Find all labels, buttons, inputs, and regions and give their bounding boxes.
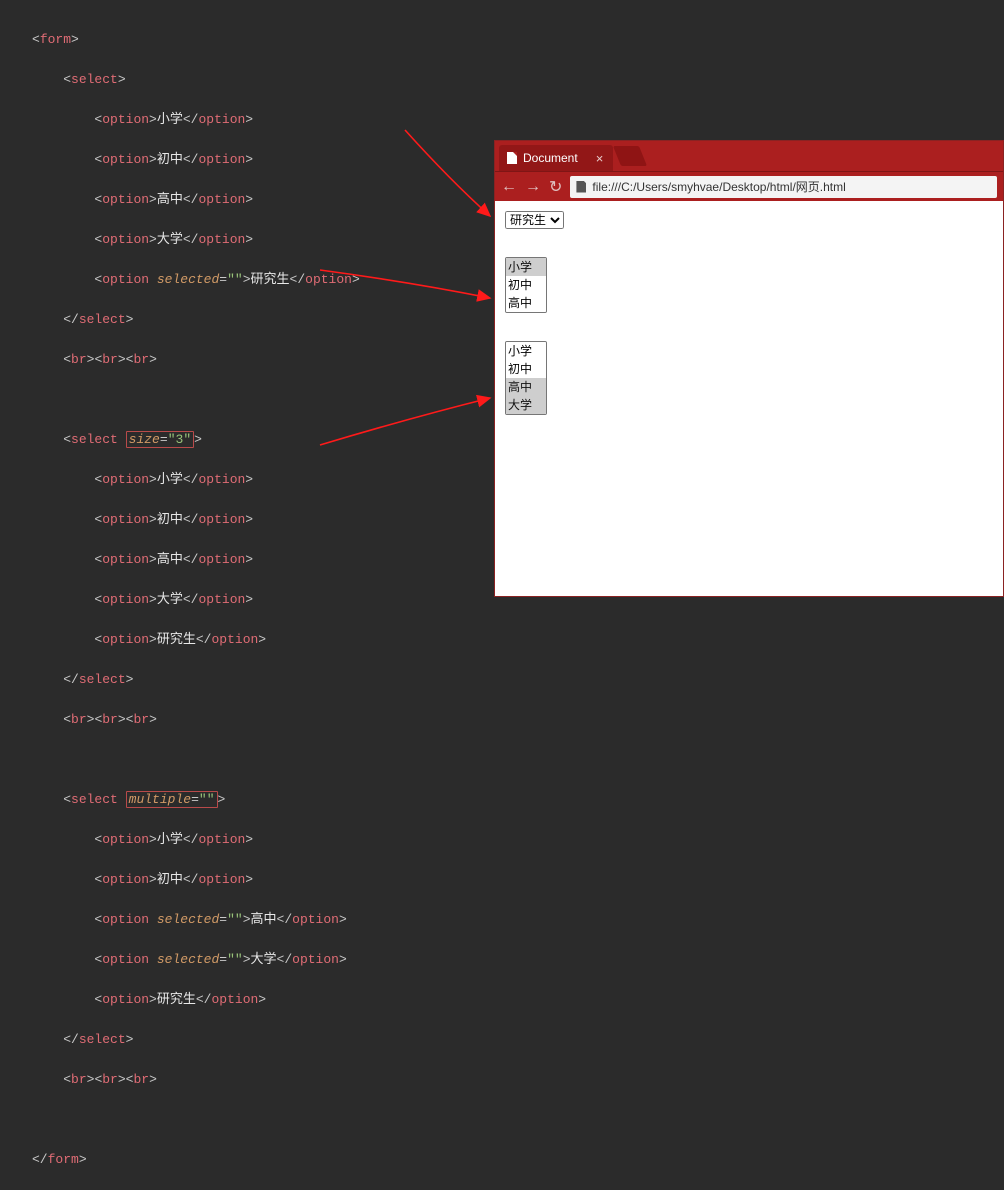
demo-form: 小学 初中 高中 大学 研究生 小学 初中 高中 大学 研究生 小学 初中 高中… xyxy=(505,211,993,415)
select-dropdown[interactable]: 小学 初中 高中 大学 研究生 xyxy=(505,211,564,229)
reload-button[interactable]: ↻ xyxy=(549,177,562,197)
back-button[interactable]: ← xyxy=(501,178,517,196)
new-tab-button[interactable] xyxy=(613,146,647,166)
highlight-multiple-attr: multiple="" xyxy=(126,791,218,808)
browser-tab-strip: Document × xyxy=(495,141,1003,171)
code-editor: <form> <select> <option>小学</option> <opt… xyxy=(0,0,494,597)
select-multiple[interactable]: 小学 初中 高中 大学 研究生 xyxy=(505,341,547,415)
browser-nav-bar: ← → ↻ file:///C:/Users/smyhvae/Desktop/h… xyxy=(495,171,1003,201)
close-icon[interactable]: × xyxy=(596,151,604,166)
address-bar[interactable]: file:///C:/Users/smyhvae/Desktop/html/网页… xyxy=(570,176,997,198)
select-size-3[interactable]: 小学 初中 高中 大学 研究生 xyxy=(505,257,547,313)
tab-title: Document xyxy=(523,151,578,165)
tag-select: select xyxy=(71,72,118,87)
page-icon xyxy=(507,152,517,164)
rendered-page: 小学 初中 高中 大学 研究生 小学 初中 高中 大学 研究生 小学 初中 高中… xyxy=(495,201,1003,425)
highlight-size-attr: size="3" xyxy=(126,431,194,448)
forward-button[interactable]: → xyxy=(525,178,541,196)
browser-window: Document × ← → ↻ file:///C:/Users/smyhva… xyxy=(494,140,1004,597)
browser-tab[interactable]: Document × xyxy=(499,145,613,171)
tag-form: form xyxy=(40,32,71,47)
url-text: file:///C:/Users/smyhvae/Desktop/html/网页… xyxy=(592,178,845,195)
file-icon xyxy=(576,181,586,193)
